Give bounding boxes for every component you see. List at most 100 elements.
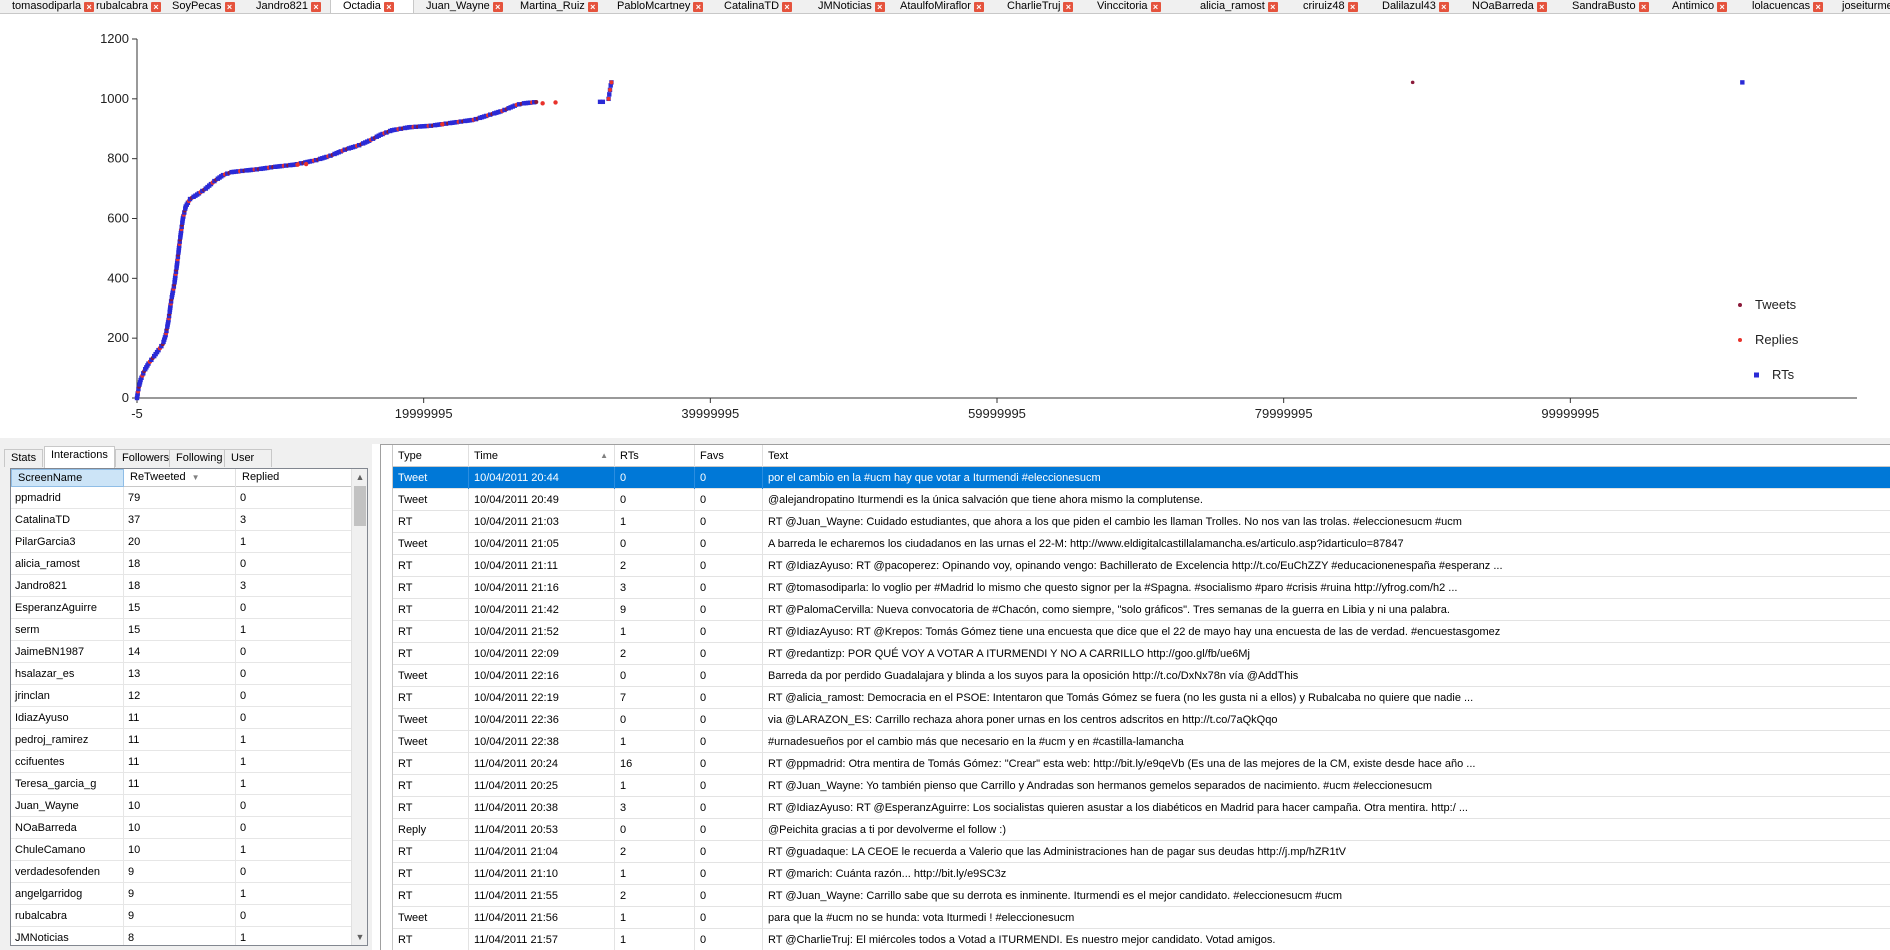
interactions-row[interactable]: hsalazar_es 13 0 xyxy=(11,663,353,685)
tweet-row[interactable]: RT 11/04/2011 21:10 1 0 RT @marich: Cuánta r… xyxy=(381,863,1890,885)
tweet-row[interactable]: RT 10/04/2011 21:52 1 0 RT @IdiazAyuso: RT @… xyxy=(381,621,1890,643)
row-header[interactable] xyxy=(381,753,393,775)
scroll-up-icon[interactable]: ▲ xyxy=(352,469,367,485)
column-header-retweeted[interactable]: ReTweeted ▼ xyxy=(124,469,236,487)
side-tab-interactions[interactable]: Interactions xyxy=(44,446,115,468)
close-icon[interactable]: × xyxy=(224,2,235,12)
close-icon[interactable]: × xyxy=(1813,2,1824,12)
interactions-row[interactable]: EsperanzAguirre 15 0 xyxy=(11,597,353,619)
close-icon[interactable]: × xyxy=(383,2,394,12)
tweet-row[interactable]: RT 10/04/2011 21:03 1 0 RT @Juan_Wayne: Cuid… xyxy=(381,511,1890,533)
side-tab-following[interactable]: Following xyxy=(169,449,230,467)
column-header-time[interactable]: Time ▲ xyxy=(469,445,615,467)
tweet-row[interactable]: Tweet 10/04/2011 20:49 0 0 @alejandropatino … xyxy=(381,489,1890,511)
tweet-row[interactable]: RT 10/04/2011 22:19 7 0 RT @alicia_ramost: D… xyxy=(381,687,1890,709)
tweet-row[interactable]: Reply 11/04/2011 20:53 0 0 @Peichita gracias… xyxy=(381,819,1890,841)
tweet-row[interactable]: RT 11/04/2011 20:25 1 0 RT @Juan_Wayne: Yo t… xyxy=(381,775,1890,797)
interactions-row[interactable]: alicia_ramost 18 0 xyxy=(11,553,353,575)
tweet-row[interactable]: Tweet 10/04/2011 22:36 0 0 via @LARAZON_ES: … xyxy=(381,709,1890,731)
user-tab-charlietruj[interactable]: CharlieTruj × xyxy=(995,0,1085,13)
row-header[interactable] xyxy=(381,907,393,929)
column-header-text[interactable]: Text xyxy=(763,445,1890,467)
user-tab-criruiz48[interactable]: criruiz48 × xyxy=(1291,0,1370,13)
column-header-favs[interactable]: Favs xyxy=(695,445,763,467)
row-header[interactable] xyxy=(381,599,393,621)
tweet-row[interactable]: Tweet 10/04/2011 21:05 0 0 A barreda le echa… xyxy=(381,533,1890,555)
close-icon[interactable]: × xyxy=(782,2,793,12)
interactions-row[interactable]: Juan_Wayne 10 0 xyxy=(11,795,353,817)
interactions-row[interactable]: pedroj_ramirez 11 1 xyxy=(11,729,353,751)
user-tab-jmnoticias[interactable]: JMNoticias × xyxy=(806,0,888,13)
scroll-down-icon[interactable]: ▼ xyxy=(352,929,367,945)
tweet-row[interactable]: RT 10/04/2011 21:42 9 0 RT @PalomaCervilla: … xyxy=(381,599,1890,621)
row-header[interactable] xyxy=(381,467,393,489)
row-header[interactable] xyxy=(381,929,393,950)
user-tab-noabarreda[interactable]: NOaBarreda × xyxy=(1460,0,1560,13)
tweet-row[interactable]: Tweet 10/04/2011 22:16 0 0 Barreda da por pe… xyxy=(381,665,1890,687)
close-icon[interactable]: × xyxy=(1438,2,1449,12)
interactions-row[interactable]: ppmadrid 79 0 xyxy=(11,487,353,509)
user-tab-martina_ruiz[interactable]: Martina_Ruiz × xyxy=(508,0,605,13)
close-icon[interactable]: × xyxy=(1347,2,1358,12)
close-icon[interactable]: × xyxy=(693,2,704,12)
interactions-row[interactable]: Teresa_garcia_g 11 1 xyxy=(11,773,353,795)
user-tab-catalinatd[interactable]: CatalinaTD × xyxy=(712,0,806,13)
interactions-row[interactable]: verdadesofenden 9 0 xyxy=(11,861,353,883)
interactions-row[interactable]: angelgarridog 9 1 xyxy=(11,883,353,905)
row-header[interactable] xyxy=(381,885,393,907)
row-header[interactable] xyxy=(381,841,393,863)
side-tab-followers[interactable]: Followers xyxy=(115,449,177,467)
interactions-row[interactable]: rubalcabra 9 0 xyxy=(11,905,353,927)
row-header[interactable] xyxy=(381,687,393,709)
tweet-row[interactable]: RT 11/04/2011 21:55 2 0 RT @Juan_Wayne: Carr… xyxy=(381,885,1890,907)
row-header[interactable] xyxy=(381,709,393,731)
user-tab-juan_wayne[interactable]: Juan_Wayne × xyxy=(414,0,508,13)
column-header-type[interactable]: Type xyxy=(393,445,469,467)
user-tab-dalilazul43[interactable]: Dalilazul43 × xyxy=(1370,0,1460,13)
close-icon[interactable]: × xyxy=(1063,2,1074,12)
user-tab-la[interactable]: La xyxy=(1878,0,1890,13)
user-tab-pablomcartney[interactable]: PabloMcartney × xyxy=(605,0,712,13)
interactions-row[interactable]: jrinclan 12 0 xyxy=(11,685,353,707)
interactions-row[interactable]: ChuleCamano 10 1 xyxy=(11,839,353,861)
column-header-replied[interactable]: Replied xyxy=(236,469,353,487)
row-header[interactable] xyxy=(381,863,393,885)
user-tab-rubalcabra[interactable]: rubalcabra × xyxy=(84,0,161,13)
row-header[interactable] xyxy=(381,665,393,687)
tweet-row[interactable]: RT 11/04/2011 21:04 2 0 RT @guadaque: LA CEO… xyxy=(381,841,1890,863)
row-header[interactable] xyxy=(381,511,393,533)
close-icon[interactable]: × xyxy=(311,2,321,12)
interactions-row[interactable]: PilarGarcia3 20 1 xyxy=(11,531,353,553)
tweet-row[interactable]: RT 10/04/2011 21:16 3 0 RT @tomasodiparla: l… xyxy=(381,577,1890,599)
tweet-row[interactable]: Tweet 10/04/2011 22:38 1 0 #urnadesueños por… xyxy=(381,731,1890,753)
close-icon[interactable]: × xyxy=(1150,2,1161,12)
interactions-row[interactable]: JaimeBN1987 14 0 xyxy=(11,641,353,663)
column-header-screenname[interactable]: ScreenName xyxy=(11,469,124,487)
user-tab-ataulfomiraflor[interactable]: AtaulfoMiraflor × xyxy=(888,0,995,13)
side-tab-user-details[interactable]: User Details xyxy=(224,449,272,481)
user-tab-sandrabusto[interactable]: SandraBusto × xyxy=(1560,0,1660,13)
tweet-row[interactable]: RT 11/04/2011 21:57 1 0 RT @CharlieTruj: El … xyxy=(381,929,1890,950)
row-header[interactable] xyxy=(381,533,393,555)
row-header[interactable] xyxy=(381,643,393,665)
interactions-scrollbar[interactable]: ▲ ▼ xyxy=(351,469,367,945)
user-tab-lolacuencas[interactable]: lolacuencas × xyxy=(1740,0,1830,13)
user-tab-alicia_ramost[interactable]: alicia_ramost × xyxy=(1188,0,1291,13)
interactions-row[interactable]: ccifuentes 11 1 xyxy=(11,751,353,773)
user-tab-tomasodiparla[interactable]: tomasodiparla × xyxy=(0,0,95,13)
close-icon[interactable]: × xyxy=(874,2,885,12)
tweet-row[interactable]: RT 11/04/2011 20:24 16 0 RT @ppmadrid: Otra … xyxy=(381,753,1890,775)
user-tab-vinccitoria[interactable]: Vinccitoria × xyxy=(1085,0,1188,13)
tweet-row[interactable]: RT 10/04/2011 22:09 2 0 RT @redantizp: POR Q… xyxy=(381,643,1890,665)
row-header[interactable] xyxy=(381,797,393,819)
close-icon[interactable]: × xyxy=(1267,2,1278,12)
user-tab-soypecas[interactable]: SoyPecas × xyxy=(160,0,244,13)
interactions-row[interactable]: CatalinaTD 37 3 xyxy=(11,509,353,531)
tweet-row[interactable]: Tweet 11/04/2011 21:56 1 0 para que la #ucm … xyxy=(381,907,1890,929)
user-tab-jandro821[interactable]: Jandro821 × xyxy=(244,0,330,13)
row-header[interactable] xyxy=(381,577,393,599)
row-header[interactable] xyxy=(381,731,393,753)
tweet-row[interactable]: RT 11/04/2011 20:38 3 0 RT @IdiazAyuso: RT @… xyxy=(381,797,1890,819)
row-header[interactable] xyxy=(381,555,393,577)
interactions-row[interactable]: NOaBarreda 10 0 xyxy=(11,817,353,839)
